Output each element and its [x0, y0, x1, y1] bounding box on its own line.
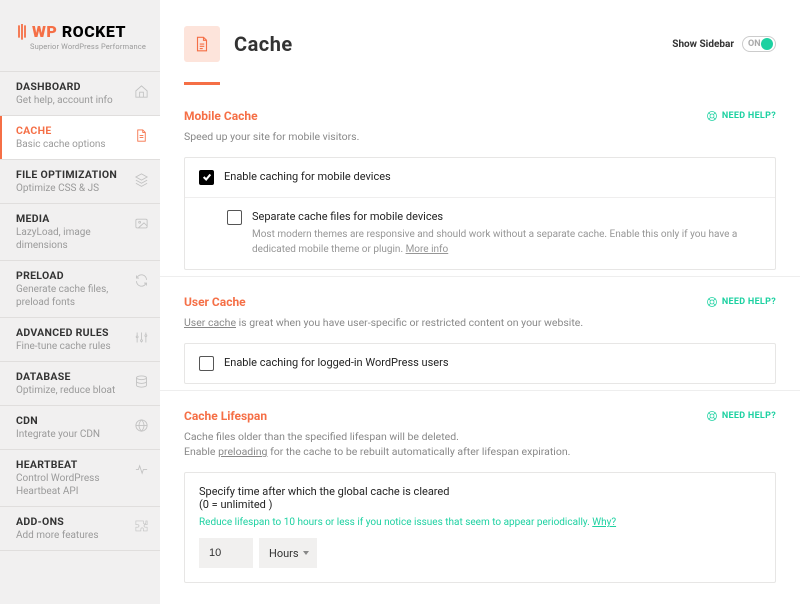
sidebar-item-database[interactable]: DATABASEOptimize, reduce bloat: [0, 361, 160, 405]
lifebuoy-icon: [706, 110, 718, 122]
lifespan-tip: Reduce lifespan to 10 hours or less if y…: [199, 517, 761, 528]
sidebar-item-desc: Optimize CSS & JS: [16, 182, 126, 195]
sidebar-item-label: CDN: [16, 414, 126, 427]
option-label: Separate cache files for mobile devices: [252, 210, 761, 223]
section-desc: Speed up your site for mobile visitors.: [184, 129, 776, 145]
sidebar-item-desc: Add more features: [16, 529, 126, 542]
checkbox[interactable]: [227, 210, 242, 225]
sidebar-item-cache[interactable]: CACHEBasic cache options: [0, 115, 160, 159]
section-mobile-cache: Mobile Cache NEED HELP? Speed up your si…: [160, 85, 800, 276]
sidebar-item-preload[interactable]: PRELOADGenerate cache files, preload fon…: [0, 260, 160, 317]
sidebar-item-heartbeat[interactable]: HEARTBEATControl WordPress Heartbeat API: [0, 449, 160, 506]
file-icon: [132, 126, 150, 144]
option-label: Enable caching for mobile devices: [224, 170, 761, 183]
more-info-link[interactable]: More info: [406, 244, 449, 255]
section-title: Mobile Cache: [184, 109, 258, 123]
toggle-switch[interactable]: ON: [742, 36, 776, 52]
sidebar-item-label: ADVANCED RULES: [16, 326, 126, 339]
sidebar: WP ROCKET Superior WordPress Performance…: [0, 0, 160, 604]
sidebar-item-label: FILE OPTIMIZATION: [16, 168, 126, 181]
layers-icon: [132, 170, 150, 188]
nav-list: DASHBOARDGet help, account infoCACHEBasi…: [0, 71, 160, 551]
sidebar-item-label: HEARTBEAT: [16, 458, 126, 471]
checkbox[interactable]: [199, 356, 214, 371]
why-link[interactable]: Why?: [592, 517, 616, 528]
rocket-icon: [16, 24, 28, 40]
page-header: Cache Show Sidebar ON: [160, 0, 800, 72]
sidebar-item-file-optimization[interactable]: FILE OPTIMIZATIONOptimize CSS & JS: [0, 159, 160, 203]
preloading-link[interactable]: preloading: [218, 445, 267, 458]
refresh-icon: [132, 271, 150, 289]
globe-icon: [132, 416, 150, 434]
user-cache-panel: Enable caching for logged-in WordPress u…: [184, 343, 776, 384]
brand-logo: WP ROCKET Superior WordPress Performance: [0, 0, 160, 71]
sidebar-item-desc: Integrate your CDN: [16, 428, 126, 441]
option-enable-user-cache[interactable]: Enable caching for logged-in WordPress u…: [185, 344, 775, 383]
page-title: Cache: [234, 32, 293, 56]
sidebar-item-desc: Optimize, reduce bloat: [16, 384, 126, 397]
sidebar-item-label: DASHBOARD: [16, 80, 126, 93]
section-desc: Cache files older than the specified lif…: [184, 429, 776, 461]
puzzle-icon: [132, 517, 150, 535]
section-desc: User cache is great when you have user-s…: [184, 315, 776, 331]
sidebar-item-desc: Basic cache options: [16, 138, 126, 151]
option-separate-mobile-cache[interactable]: Separate cache files for mobile devices …: [185, 197, 775, 269]
sidebar-item-label: PRELOAD: [16, 269, 126, 282]
sidebar-item-add-ons[interactable]: ADD-ONSAdd more features: [0, 506, 160, 551]
sidebar-item-desc: Fine-tune cache rules: [16, 340, 126, 353]
lifespan-unit-select[interactable]: Hours: [259, 538, 317, 568]
section-user-cache: User Cache NEED HELP? User cache is grea…: [160, 276, 800, 390]
section-title: Cache Lifespan: [184, 409, 267, 423]
option-help: Most modern themes are responsive and sh…: [252, 227, 761, 257]
heartbeat-icon: [132, 460, 150, 478]
sidebar-item-label: CACHE: [16, 124, 126, 137]
image-icon: [132, 214, 150, 232]
show-sidebar-label: Show Sidebar: [672, 39, 734, 50]
sidebar-item-label: ADD-ONS: [16, 515, 126, 528]
lifespan-field-label: Specify time after which the global cach…: [199, 485, 761, 511]
sliders-icon: [132, 328, 150, 346]
home-icon: [132, 82, 150, 100]
page-header-icon: [184, 26, 220, 62]
need-help-button[interactable]: NEED HELP?: [706, 296, 776, 308]
sidebar-item-desc: LazyLoad, image dimensions: [16, 226, 126, 252]
sidebar-item-cdn[interactable]: CDNIntegrate your CDN: [0, 405, 160, 449]
show-sidebar-toggle[interactable]: Show Sidebar ON: [672, 36, 776, 52]
mobile-cache-panel: Enable caching for mobile devices Separa…: [184, 157, 776, 270]
option-enable-mobile-cache[interactable]: Enable caching for mobile devices: [185, 158, 775, 197]
lifespan-value-input[interactable]: [199, 538, 253, 568]
section-cache-lifespan: Cache Lifespan NEED HELP? Cache files ol…: [160, 390, 800, 590]
sidebar-item-label: DATABASE: [16, 370, 126, 383]
file-icon: [193, 35, 211, 53]
sidebar-item-advanced-rules[interactable]: ADVANCED RULESFine-tune cache rules: [0, 317, 160, 361]
lifebuoy-icon: [706, 410, 718, 422]
sidebar-item-desc: Generate cache files, preload fonts: [16, 283, 126, 309]
sidebar-item-dashboard[interactable]: DASHBOARDGet help, account info: [0, 71, 160, 115]
sidebar-item-desc: Control WordPress Heartbeat API: [16, 472, 126, 498]
main-content: Cache Show Sidebar ON Mobile Cache NEED …: [160, 0, 800, 604]
user-cache-link[interactable]: User cache: [184, 316, 236, 329]
database-icon: [132, 372, 150, 390]
section-title: User Cache: [184, 295, 246, 309]
lifespan-panel: Specify time after which the global cach…: [184, 472, 776, 583]
lifebuoy-icon: [706, 296, 718, 308]
need-help-button[interactable]: NEED HELP?: [706, 410, 776, 422]
sidebar-item-media[interactable]: MEDIALazyLoad, image dimensions: [0, 203, 160, 260]
option-label: Enable caching for logged-in WordPress u…: [224, 356, 761, 369]
sidebar-item-label: MEDIA: [16, 212, 126, 225]
checkbox[interactable]: [199, 170, 214, 185]
need-help-button[interactable]: NEED HELP?: [706, 110, 776, 122]
sidebar-item-desc: Get help, account info: [16, 94, 126, 107]
